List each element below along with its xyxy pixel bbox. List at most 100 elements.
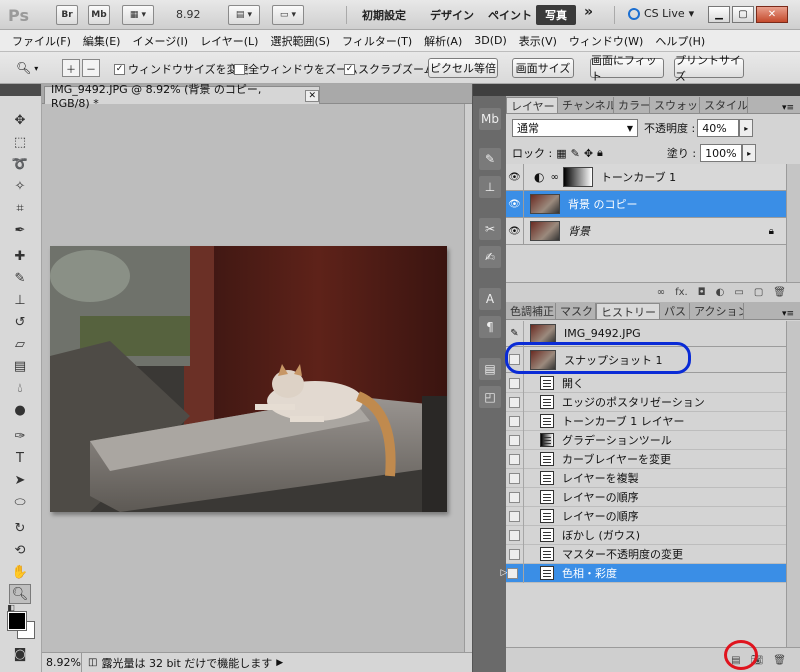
clone-source-icon[interactable]: ⊥ [479, 176, 501, 198]
type-tool-icon[interactable]: T [9, 448, 31, 468]
eyedropper-tool-icon[interactable]: ✒ [9, 220, 31, 240]
history-source-checkbox[interactable] [506, 392, 524, 412]
tool-preset-picker[interactable]: 🔍︎ ▾ [16, 59, 50, 77]
quick-select-tool-icon[interactable]: ✧ [9, 176, 31, 196]
menu-view[interactable]: 表示(V) [513, 33, 563, 49]
panel-grip[interactable] [473, 84, 506, 96]
clone-stamp-tool-icon[interactable]: ⊥ [9, 290, 31, 310]
history-source-checkbox[interactable] [506, 544, 524, 564]
history-state-row-selected[interactable]: ▷ 色相・彩度 [501, 563, 786, 583]
workspace-paint[interactable]: ペイント [488, 7, 532, 23]
info-panel-icon[interactable]: ▤ [479, 358, 501, 380]
hand-tool-icon[interactable]: ✋ [9, 562, 31, 582]
history-state-row[interactable]: グラデーションツール [506, 430, 786, 450]
view-extras-button[interactable]: ▦ ▾ [122, 5, 154, 25]
arrange-documents-button[interactable]: ▤ ▾ [228, 5, 260, 25]
shape-tool-icon[interactable]: ⬭ [9, 492, 31, 512]
minibridge-icon[interactable]: Mb [479, 108, 501, 130]
cs-live-menu[interactable]: CS Live ▾ [628, 7, 694, 20]
eye-icon[interactable]: 👁︎ [506, 191, 524, 217]
menu-edit[interactable]: 編集(E) [77, 33, 127, 49]
trash-icon[interactable]: 🗑︎ [773, 287, 786, 298]
actual-pixels-button[interactable]: ピクセル等倍 [428, 58, 498, 78]
menu-image[interactable]: イメージ(I) [126, 33, 194, 49]
dodge-tool-icon[interactable]: ● [9, 400, 31, 420]
history-source-checkbox[interactable] [506, 449, 524, 469]
menu-3d[interactable]: 3D(D) [468, 34, 513, 47]
zoom-level[interactable]: 8.92 [176, 8, 201, 21]
tab-history[interactable]: ヒストリー [596, 303, 660, 319]
maximize-button[interactable]: ▢ [732, 6, 754, 23]
menu-select[interactable]: 選択範囲(S) [264, 33, 336, 49]
workspace-design[interactable]: デザイン [430, 7, 474, 23]
close-button[interactable]: ✕ [756, 6, 788, 23]
gradient-tool-icon[interactable]: ▤ [9, 356, 31, 376]
lasso-tool-icon[interactable]: ➰ [9, 154, 31, 174]
blend-mode-select[interactable]: 通常 ▼ [512, 119, 638, 137]
panel-menu-icon[interactable]: ▾≡ [782, 103, 794, 113]
lock-position-icon[interactable]: ✥ [584, 147, 593, 160]
tool-presets-icon[interactable]: ✂ [479, 218, 501, 240]
tab-actions[interactable]: アクション [690, 303, 744, 319]
workspace-essentials[interactable]: 初期設定 [362, 7, 406, 23]
history-state-row[interactable]: エッジのポスタリゼーション [506, 392, 786, 412]
more-workspaces-icon[interactable]: » [584, 4, 593, 20]
brush-presets-icon[interactable]: ✎ [479, 148, 501, 170]
history-brush-tool-icon[interactable]: ↺ [9, 312, 31, 332]
navigator-icon[interactable]: ◰ [479, 386, 501, 408]
brush-tool-icon[interactable]: ✎ [9, 268, 31, 288]
marquee-tool-icon[interactable]: ⬚ [9, 132, 31, 152]
eye-icon[interactable]: 👁︎ [506, 218, 524, 244]
tab-color[interactable]: カラー [614, 97, 650, 113]
crop-tool-icon[interactable]: ⌗ [9, 198, 31, 218]
paragraph-icon[interactable]: ¶ [479, 316, 501, 338]
history-scrollbar[interactable] [786, 321, 800, 647]
pen-tool-icon[interactable]: ✑ [9, 426, 31, 446]
chevron-right-icon[interactable]: ▶ [276, 658, 283, 668]
history-state-row[interactable]: 開く [506, 373, 786, 393]
tab-masks[interactable]: マスク [556, 303, 596, 319]
bridge-button[interactable]: Br [56, 5, 78, 25]
history-state-row[interactable]: トーンカーブ 1 レイヤー [506, 411, 786, 431]
layer-mask-thumbnail[interactable] [562, 167, 593, 187]
fx-icon[interactable]: fx. [675, 287, 688, 298]
eraser-tool-icon[interactable]: ▱ [9, 334, 31, 354]
history-source-checkbox[interactable] [506, 411, 524, 431]
document-tab[interactable]: IMG_9492.JPG @ 8.92% (背景 のコピー, RGB/8) * … [44, 83, 320, 110]
fill-input[interactable]: 100% [700, 144, 743, 162]
eye-icon[interactable]: 👁︎ [506, 164, 524, 190]
move-tool-icon[interactable]: ✥ [9, 110, 31, 130]
print-size-button[interactable]: プリントサイズ [674, 54, 744, 83]
menu-filter[interactable]: フィルター(T) [336, 33, 418, 49]
tab-layers[interactable]: レイヤー [506, 97, 558, 113]
new-group-icon[interactable]: ▭ [734, 287, 743, 298]
zoom-in-icon[interactable]: ＋ [62, 59, 80, 77]
fit-screen-button[interactable]: 画面サイズ [512, 58, 574, 78]
menu-analysis[interactable]: 解析(A) [418, 33, 468, 49]
minibridge-button[interactable]: Mb [88, 5, 110, 25]
history-state-row[interactable]: レイヤーを複製 [506, 468, 786, 488]
path-selection-tool-icon[interactable]: ➤ [9, 470, 31, 490]
fill-screen-button[interactable]: 画面にフィット [590, 54, 664, 83]
lock-image-icon[interactable]: ✎ [571, 147, 580, 160]
history-state-row[interactable]: マスター不透明度の変更 [506, 544, 786, 564]
history-source-checkbox[interactable] [506, 373, 524, 393]
menu-window[interactable]: ウィンドウ(W) [563, 33, 649, 49]
status-info[interactable]: ◫ 露光量は 32 bit だけで機能します ▶ [82, 655, 283, 671]
menu-help[interactable]: ヘルプ(H) [649, 33, 711, 49]
3d-orbit-tool-icon[interactable]: ⟲ [9, 540, 31, 560]
lock-transparent-icon[interactable]: ▦ [556, 147, 566, 160]
notes-icon[interactable]: ✍ [479, 246, 501, 268]
3d-rotate-tool-icon[interactable]: ↻ [9, 518, 31, 538]
tab-swatches[interactable]: スウォッチ [650, 97, 700, 113]
tab-styles[interactable]: スタイル [700, 97, 748, 113]
adjustment-layer-icon[interactable]: ◐ [716, 287, 725, 298]
layer-row-curves[interactable]: 👁︎ ◐ ∞ トーンカーブ 1 [506, 164, 786, 191]
history-source-checkbox[interactable] [506, 506, 524, 526]
panel-menu-icon[interactable]: ▾≡ [782, 309, 794, 319]
panel-grip[interactable] [506, 84, 800, 96]
tab-channels[interactable]: チャンネル [558, 97, 614, 113]
minimize-button[interactable]: ▁ [708, 6, 730, 23]
workspace-photo-active[interactable]: 写真 [536, 5, 576, 25]
character-icon[interactable]: A [479, 288, 501, 310]
